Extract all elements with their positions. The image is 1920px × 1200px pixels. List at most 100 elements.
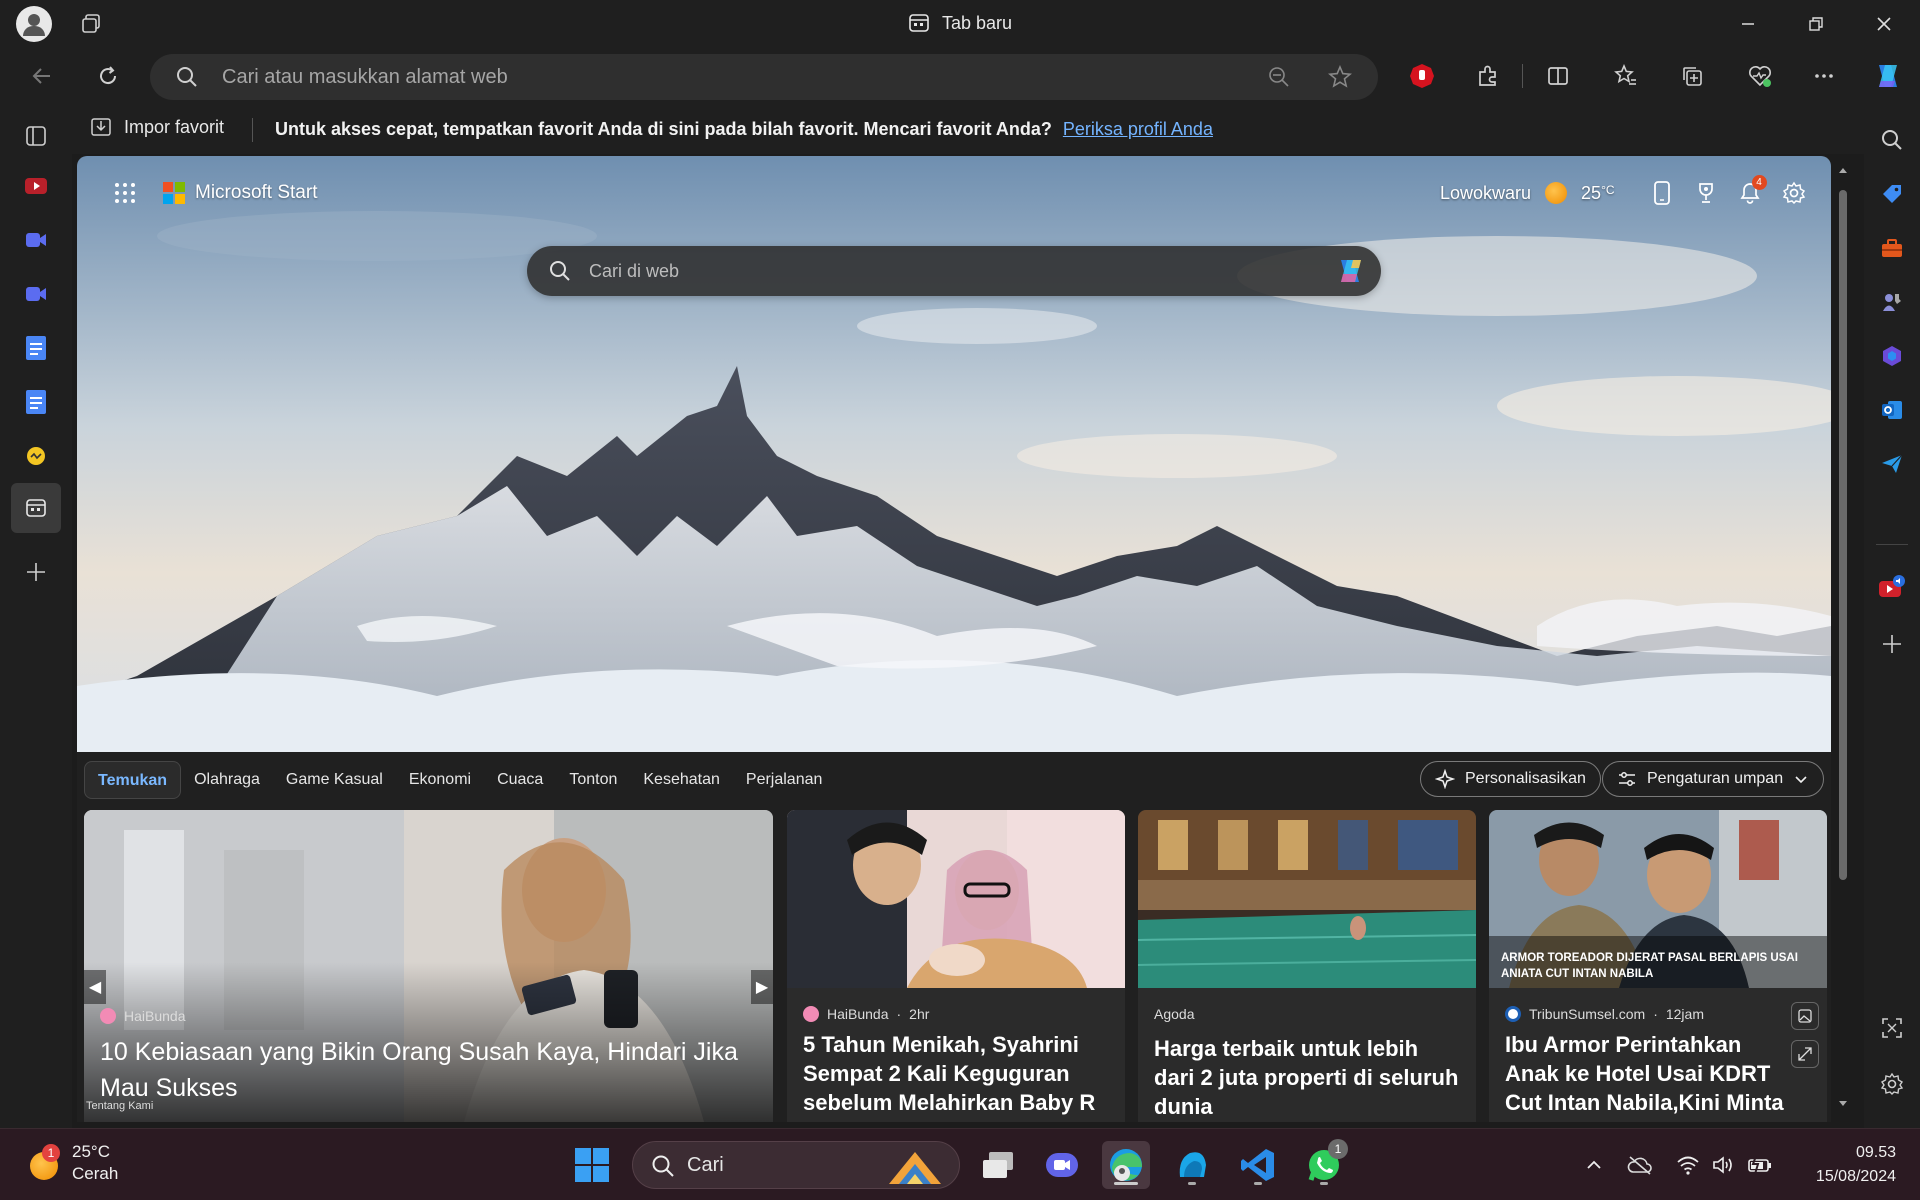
expand-button[interactable] (1791, 1040, 1819, 1068)
tab-new-tab-active[interactable] (11, 483, 61, 533)
start-button[interactable] (568, 1141, 616, 1189)
close-button[interactable] (1850, 0, 1918, 48)
restore-button[interactable] (1782, 0, 1850, 48)
copilot-icon[interactable] (1335, 256, 1369, 286)
app-launcher-icon[interactable] (115, 183, 135, 203)
feed-navigation: Temukan Olahraga Game Kasual Ekonomi Cuaca To… (77, 752, 1831, 808)
address-bar[interactable]: Cari atau masukkan alamat web (150, 54, 1378, 100)
chevron-down-icon (1795, 776, 1807, 784)
back-button[interactable] (24, 58, 60, 94)
sidebar-games-button[interactable] (1874, 284, 1910, 320)
tab-actions-button[interactable] (18, 118, 54, 154)
minimize-button[interactable] (1714, 0, 1782, 48)
rewards-trophy-icon[interactable] (1691, 178, 1721, 208)
feed-card[interactable]: HaiBunda · 2hr 5 Tahun Menikah, Syahrini… (787, 810, 1125, 1122)
scroll-up-arrow-icon[interactable] (1837, 164, 1849, 176)
taskbar-edge[interactable] (1102, 1141, 1150, 1189)
feed-tab-tonton[interactable]: Tonton (556, 761, 630, 799)
card-title[interactable]: Ibu Armor Perintahkan Anak ke Hotel Usai… (1505, 1030, 1797, 1120)
card-title[interactable]: 10 Kebiasaan yang Bikin Orang Susah Kaya… (100, 1034, 757, 1106)
workspaces-icon[interactable] (80, 13, 102, 35)
feed-settings-dropdown[interactable]: Pengaturan umpan (1602, 761, 1825, 797)
taskbar-task-view[interactable] (974, 1141, 1022, 1189)
tab-docs-1[interactable] (18, 330, 54, 366)
tray-volume[interactable] (1710, 1151, 1738, 1179)
tray-battery[interactable] (1746, 1151, 1774, 1179)
taskbar-teams-meet[interactable] (1038, 1141, 1086, 1189)
favorites-button[interactable] (1608, 58, 1644, 94)
sidebar-outlook-button[interactable] (1874, 392, 1910, 428)
web-search-box[interactable]: Cari di web (527, 246, 1381, 296)
card-title[interactable]: 5 Tahun Menikah, Syahrini Sempat 2 Kali … (803, 1030, 1109, 1117)
extensions-button[interactable] (1470, 58, 1506, 94)
sidebar-office-button[interactable] (1874, 338, 1910, 374)
tab-youtube[interactable] (18, 168, 54, 204)
feed-tab-kesehatan[interactable]: Kesehatan (630, 761, 733, 799)
feed-card-ad[interactable]: Agoda Harga terbaik untuk lebih dari 2 j… (1138, 810, 1476, 1122)
tab-site-emoji[interactable] (18, 438, 54, 474)
feed-tab-temukan[interactable]: Temukan (84, 761, 182, 799)
scrollbar-thumb[interactable] (1839, 190, 1847, 880)
sidebar-settings-button[interactable] (1874, 1066, 1910, 1102)
taskbar-app-blue[interactable] (1168, 1141, 1216, 1189)
split-screen-button[interactable] (1540, 58, 1576, 94)
video-call-icon (1046, 1153, 1078, 1177)
weather-location[interactable]: Lowokwaru (1440, 183, 1531, 204)
scroll-down-arrow-icon[interactable] (1837, 1098, 1849, 1110)
feed-tab-olahraga[interactable]: Olahraga (181, 761, 273, 799)
settings-more-button[interactable] (1806, 58, 1842, 94)
feed-tab-game-kasual[interactable]: Game Kasual (273, 761, 396, 799)
check-profile-link[interactable]: Periksa profil Anda (1063, 119, 1213, 139)
mobile-app-icon[interactable] (1647, 178, 1677, 208)
card-source: Agoda (1154, 1006, 1194, 1022)
collections-button[interactable] (1674, 58, 1710, 94)
feed-tab-cuaca[interactable]: Cuaca (484, 761, 556, 799)
browser-essentials-button[interactable] (1742, 58, 1778, 94)
taskbar-search-box[interactable]: Cari (632, 1141, 960, 1189)
sidebar-tools-button[interactable] (1874, 230, 1910, 266)
feed-card[interactable]: ARMOR TOREADOR DIJERAT PASAL BERLAPIS US… (1489, 810, 1827, 1122)
tab-zoom-2[interactable] (18, 276, 54, 312)
taskbar-whatsapp[interactable]: 1 (1300, 1139, 1348, 1189)
copilot-button[interactable] (1868, 56, 1908, 96)
new-tab-button[interactable] (18, 554, 54, 590)
profile-avatar[interactable] (16, 6, 52, 42)
save-image-button[interactable] (1791, 1002, 1819, 1030)
feed-tab-ekonomi[interactable]: Ekonomi (396, 761, 484, 799)
about-us-link[interactable]: Tentang Kami (86, 1100, 153, 1112)
carousel-prev-button[interactable]: ◀ (84, 970, 106, 1004)
card-title[interactable]: Harga terbaik untuk lebih dari 2 juta pr… (1154, 1034, 1460, 1121)
search-icon (550, 261, 570, 281)
sidebar-youtube-button[interactable] (1874, 570, 1910, 606)
tray-onedrive[interactable] (1626, 1151, 1654, 1179)
personalize-button[interactable]: Personalisasikan (1420, 761, 1601, 797)
page-scrollbar[interactable] (1836, 160, 1850, 1120)
tray-wifi[interactable] (1674, 1151, 1702, 1179)
refresh-button[interactable] (90, 58, 126, 94)
taskbar-vscode[interactable] (1234, 1141, 1282, 1189)
notification-bell-icon[interactable]: 4 (1735, 175, 1767, 208)
sidebar-search-button[interactable] (1874, 122, 1910, 158)
weather-temperature[interactable]: 25°C (1581, 183, 1615, 204)
favorite-star-icon[interactable] (1328, 65, 1352, 89)
taskbar-weather-widget[interactable]: 1 25°C Cerah (28, 1141, 118, 1185)
tray-overflow-button[interactable] (1580, 1151, 1608, 1179)
back-arrow-icon (32, 68, 50, 84)
adblock-extension-button[interactable] (1404, 58, 1440, 94)
carousel-next-button[interactable]: ▶ (751, 970, 773, 1004)
taskbar-clock[interactable]: 09.53 15/08/2024 (1796, 1141, 1896, 1189)
brand-name[interactable]: Microsoft Start (195, 182, 317, 204)
sidebar-add-button[interactable] (1874, 626, 1910, 662)
feed-tab-perjalanan[interactable]: Perjalanan (733, 761, 836, 799)
import-favorites-button[interactable]: Impor favorit (90, 116, 224, 138)
sidebar-screenshot-button[interactable] (1874, 1010, 1910, 1046)
microsoft-start-brand: Microsoft Start (115, 182, 317, 204)
sidebar-send-button[interactable] (1874, 446, 1910, 482)
zoom-out-icon[interactable] (1268, 66, 1290, 88)
tab-zoom-1[interactable] (18, 222, 54, 258)
tab-docs-2[interactable] (18, 384, 54, 420)
feed-card-carousel[interactable]: ◀ ▶ HaiBunda 10 Kebiasaan yang Bikin Ora… (84, 810, 773, 1122)
import-icon (91, 118, 111, 136)
page-settings-gear-icon[interactable] (1779, 178, 1809, 208)
sidebar-shopping-button[interactable] (1874, 176, 1910, 212)
